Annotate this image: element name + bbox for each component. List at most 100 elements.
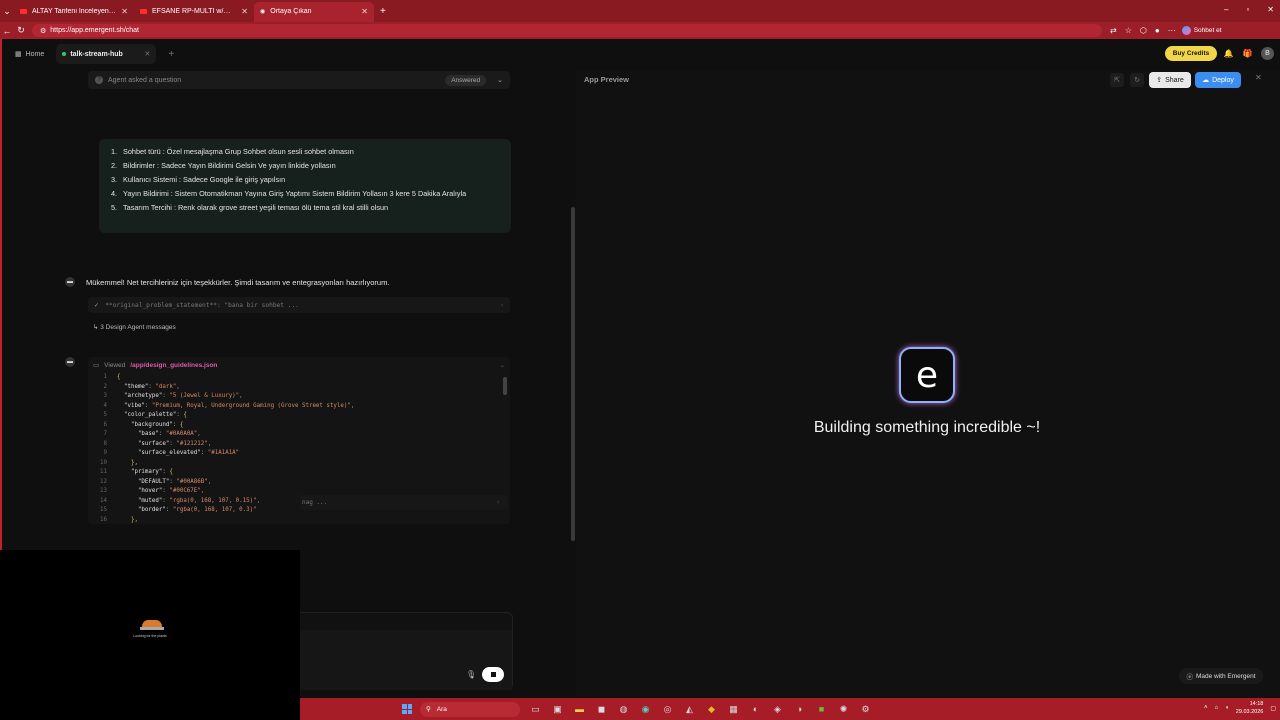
settings-icon[interactable]: ⚙ — [858, 702, 873, 717]
code-scrollbar[interactable] — [503, 377, 507, 395]
browser-tab-3[interactable]: ◉ Ortaya Çıkan ✕ — [254, 1, 374, 22]
back-icon[interactable]: ← — [0, 26, 14, 36]
list-number: 5. — [111, 203, 118, 212]
lamp-image — [140, 616, 164, 632]
favorite-icon[interactable]: ☆ — [1125, 26, 1132, 35]
code-line: 3 "archetype": "5 (Jewel & Luxury)", — [94, 392, 510, 402]
copilot-chat-button[interactable]: Sohbet et — [1181, 26, 1222, 35]
app-icon[interactable]: ◑ — [792, 702, 807, 717]
browser-tab-label: Ortaya Çıkan — [270, 8, 312, 15]
copilot-label: Sohbet et — [1193, 27, 1222, 34]
tab-talk-stream-hub[interactable]: talk-stream-hub ✕ — [56, 44, 157, 64]
browser-tab-1[interactable]: ALTAY Tarifeni İnceleyen ALBAYA C… ✕ — [14, 2, 134, 22]
extensions-icon[interactable]: ⬡ — [1140, 26, 1147, 35]
agent-message: ▬ Mükemmel! Net tercihleriniz için teşek… — [65, 277, 510, 287]
volume-icon[interactable]: ◖ — [1225, 705, 1229, 711]
store-icon[interactable]: ◼ — [594, 702, 609, 717]
chevron-right-icon[interactable]: › — [496, 499, 500, 506]
line-number: 13 — [100, 488, 107, 494]
avatar[interactable]: B — [1261, 47, 1274, 60]
home-button[interactable]: ▦ Home — [15, 50, 45, 59]
taskbar-search[interactable]: ⚲ Ara — [420, 701, 520, 717]
list-number: 2. — [111, 161, 118, 170]
line-number: 6 — [103, 421, 108, 428]
address-bar[interactable]: ⚙ https://app.emergent.sh/chat — [32, 24, 1102, 37]
chevron-right-icon[interactable]: › — [500, 302, 504, 309]
stop-button[interactable] — [482, 667, 504, 682]
clock[interactable]: 14:18 29.03.2026 — [1236, 700, 1264, 716]
message-input[interactable] — [300, 630, 512, 690]
more-icon[interactable]: ⋯ — [1168, 26, 1176, 35]
tool-call-row[interactable]: ✓ **original_problem_statement**: "bana … — [88, 297, 510, 313]
list-text: Yayın Bildirimi : Sistem Otomatikman Yay… — [123, 189, 467, 198]
line-number: 5 — [103, 412, 108, 418]
deploy-button[interactable]: ☁ Deploy — [1195, 72, 1241, 88]
task-view-icon[interactable]: ▭ — [528, 702, 543, 717]
chrome-icon[interactable]: ◎ — [660, 702, 675, 717]
share-button[interactable]: ⇪ Share — [1149, 72, 1191, 88]
folder-icon[interactable]: ▬ — [572, 702, 587, 717]
made-with-badge[interactable]: ⓔ Made with Emergent — [1179, 668, 1263, 684]
maximize-icon[interactable]: ▫ — [1246, 5, 1249, 14]
app-icon[interactable]: ✺ — [836, 702, 851, 717]
close-icon[interactable]: ✕ — [121, 7, 128, 16]
close-window-icon[interactable]: ✕ — [1267, 5, 1274, 14]
buy-credits-button[interactable]: Buy Credits — [1165, 46, 1217, 61]
code-text: }, — [117, 516, 138, 523]
code-line: 8 "surface": "#121212", — [94, 440, 510, 450]
design-agent-messages-link[interactable]: ↳ 3 Design Agent messages — [93, 323, 176, 331]
system-tray: ˄ ⌂ ◖ 14:18 29.03.2026 ▢ — [1204, 700, 1276, 716]
minecraft-icon[interactable]: ■ — [814, 702, 829, 717]
profile-icon[interactable]: ● — [1155, 26, 1160, 35]
chevron-up-icon[interactable]: ˄ — [1204, 705, 1208, 711]
translate-icon[interactable]: ⇄ — [1110, 26, 1117, 35]
code-text: "muted": "rgba(0, 168, 107, 0.15)", — [117, 497, 261, 504]
gift-icon[interactable]: 🎁 — [1241, 47, 1254, 60]
code-text: "surface_elevated": "#1A1A1A" — [117, 450, 240, 456]
new-tab-icon[interactable]: + — [374, 6, 392, 17]
notifications-icon[interactable]: ▢ — [1270, 705, 1276, 712]
app-icon[interactable]: ▦ — [726, 702, 741, 717]
edge-icon[interactable]: ◉ — [638, 702, 653, 717]
network-icon[interactable]: ⌂ — [1215, 705, 1219, 711]
steam-icon[interactable]: ◍ — [616, 702, 631, 717]
close-icon[interactable]: ✕ — [241, 7, 248, 16]
add-tab-icon[interactable]: + — [168, 49, 174, 60]
share-label: Share — [1165, 76, 1184, 84]
open-external-icon[interactable]: ⇱ — [1110, 73, 1124, 87]
bell-icon[interactable]: 🔔 — [1222, 47, 1235, 60]
agent-question-row[interactable]: ? Agent asked a question Answered ⌄ — [88, 71, 510, 89]
home-label: Home — [25, 50, 45, 58]
viewed-label: Viewed — [104, 361, 126, 369]
app-icon[interactable]: ▣ — [550, 702, 565, 717]
microphone-icon[interactable]: 🎙 — [466, 670, 476, 679]
close-icon[interactable]: ✕ — [1255, 73, 1262, 82]
tab-list-chevron-icon[interactable]: ⌄ — [0, 6, 14, 17]
refresh-icon[interactable]: ↻ — [1130, 73, 1144, 87]
tool-call-row[interactable]: nag ... › — [300, 495, 508, 510]
refresh-icon[interactable]: ↻ — [14, 25, 28, 36]
line-number: 12 — [100, 478, 107, 485]
app-icon[interactable]: ◆ — [704, 702, 719, 717]
site-info-icon[interactable]: ⚙ — [40, 27, 46, 35]
line-number: 3 — [103, 393, 108, 399]
browser-tab-2[interactable]: EFSANE RP-MULTI w/@Maxmarine… ✕ — [134, 2, 254, 22]
file-viewer-header[interactable]: ▭ Viewed /app/design_guidelines.json ⌄ — [88, 357, 510, 373]
code-line: 10 }, — [94, 459, 510, 469]
chevron-down-icon[interactable]: ⌄ — [497, 76, 503, 84]
code-text: "background": { — [117, 421, 184, 428]
chevron-down-icon[interactable]: ⌄ — [500, 361, 505, 369]
close-icon[interactable]: ✕ — [361, 7, 368, 16]
close-icon[interactable]: ✕ — [144, 50, 150, 58]
emergent-favicon-icon: ◉ — [260, 9, 266, 15]
browser-toolbar: ← ↻ ⚙ https://app.emergent.sh/chat ⇄ ☆ ⬡… — [0, 22, 1280, 39]
app-icon[interactable]: ◐ — [748, 702, 763, 717]
app-header: ▦ Home talk-stream-hub ✕ + Buy Credits 🔔… — [0, 39, 1280, 69]
windows-start-icon[interactable] — [402, 704, 412, 714]
minimize-icon[interactable]: – — [1224, 5, 1228, 14]
app-icon[interactable]: ◭ — [682, 702, 697, 717]
line-number: 11 — [100, 469, 107, 475]
app-icon[interactable]: ◈ — [770, 702, 785, 717]
tool-call-summary: **original_problem_statement**: "bana bi… — [105, 301, 299, 309]
chat-scrollbar[interactable] — [571, 207, 575, 541]
